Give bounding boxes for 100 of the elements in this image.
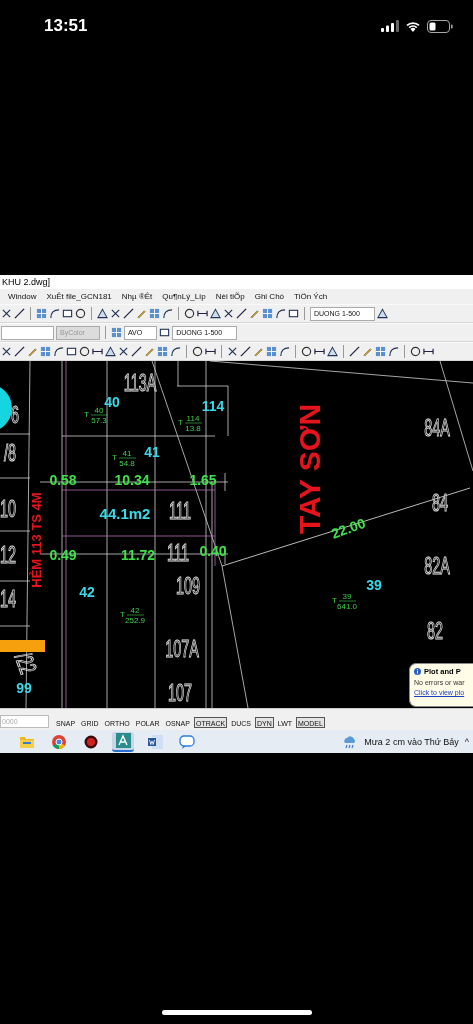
dimension-label: 11.72: [120, 547, 156, 563]
cross-icon[interactable]: [110, 308, 121, 319]
menu-item[interactable]: XuÊt file_GCN181: [46, 292, 112, 301]
cross-icon[interactable]: [1, 308, 12, 319]
arc-icon[interactable]: [388, 346, 399, 357]
arc-icon[interactable]: [162, 308, 173, 319]
line-icon[interactable]: [240, 346, 251, 357]
menu-item[interactable]: Nèi tiÕp: [215, 292, 245, 301]
lot-number: 114: [201, 398, 225, 414]
cad-app-icon: [115, 733, 131, 748]
dimension-icon[interactable]: [197, 308, 208, 319]
battery-icon: [427, 19, 453, 33]
dimension-label: 22.00: [329, 514, 368, 542]
arc-icon[interactable]: [53, 346, 64, 357]
house-number: 107A: [165, 635, 199, 662]
dimension-label: 0.49: [49, 547, 77, 563]
plot-tag-prefix: T: [84, 410, 89, 419]
menu-item[interactable]: Nhµ ®Êt: [121, 292, 153, 301]
square-icon[interactable]: [66, 346, 77, 357]
dimension-label: 1.65: [189, 472, 217, 488]
triangle-icon[interactable]: [97, 308, 108, 319]
browser-icon: [52, 734, 66, 749]
square-icon[interactable]: [62, 308, 73, 319]
line-icon[interactable]: [131, 346, 142, 357]
line-icon[interactable]: [236, 308, 247, 319]
circle-icon[interactable]: [301, 346, 312, 357]
street-label: HẺM 113 TS 4M: [29, 492, 45, 588]
house-number: 10: [0, 495, 16, 522]
arc-icon[interactable]: [170, 346, 181, 357]
square-icon[interactable]: [159, 327, 171, 338]
cross-icon[interactable]: [118, 346, 129, 357]
arc-icon[interactable]: [49, 308, 60, 319]
signal-icon: [381, 20, 399, 32]
triangle-icon[interactable]: [210, 308, 221, 319]
plot-number: 41: [122, 449, 132, 458]
triangle-icon[interactable]: [327, 346, 338, 357]
house-number: 84: [432, 489, 448, 516]
lot-number: 39: [366, 577, 382, 593]
disc-icon: [84, 734, 98, 749]
lot-number: 40: [104, 394, 120, 410]
plot-tag-prefix: T: [120, 610, 125, 619]
street-label: TAY SƠN: [292, 403, 326, 535]
plot-tag-prefix: T: [178, 418, 183, 427]
line-icon[interactable]: [123, 308, 134, 319]
triangle-icon[interactable]: [376, 308, 388, 319]
cross-icon[interactable]: [1, 346, 12, 357]
dimension-label: 10.34: [114, 472, 150, 488]
dimension-icon[interactable]: [205, 346, 216, 357]
weather-text[interactable]: Mưa 2 cm vào Thứ Bảy: [364, 736, 459, 747]
lot-number: 99: [16, 680, 32, 696]
dimension-icon[interactable]: [314, 346, 325, 357]
circle-icon[interactable]: [410, 346, 421, 357]
circle-icon[interactable]: [184, 308, 195, 319]
plot-area: 252.9: [125, 616, 145, 625]
chat-app-icon: [179, 734, 195, 749]
house-number: 12: [0, 541, 16, 568]
document-app-icon: [147, 734, 163, 749]
house-number: 113A: [123, 369, 157, 396]
house-number: 107: [168, 679, 192, 706]
plot-area: 641.0: [337, 602, 357, 611]
grid-icon[interactable]: [110, 327, 122, 338]
plot-number: 39: [342, 592, 352, 601]
circle-icon[interactable]: [79, 346, 90, 357]
line-icon[interactable]: [14, 308, 25, 319]
dimension-label: 0.40: [199, 543, 227, 559]
plot-area: 57.3: [91, 416, 107, 425]
area-label: 44.1m2: [99, 505, 151, 522]
plot-tag-prefix: T: [112, 453, 117, 462]
folder-icon: [20, 735, 34, 748]
menu-item[interactable]: Ghi Chó: [254, 292, 285, 301]
arc-icon[interactable]: [275, 308, 286, 319]
dimension-label: 0.58: [49, 472, 77, 488]
circle-icon[interactable]: [192, 346, 203, 357]
plot-area: 54.8: [119, 459, 135, 468]
lot-number: 41: [144, 444, 160, 460]
house-number: /8: [4, 439, 16, 466]
lot-number: 42: [79, 584, 95, 600]
dimension-icon[interactable]: [92, 346, 103, 357]
tray-arrow[interactable]: ^: [464, 736, 469, 747]
plot-area: 13.8: [185, 424, 201, 433]
line-icon[interactable]: [14, 346, 25, 357]
window-title: KHU 2.dwg]: [2, 276, 51, 289]
house-number: 6: [11, 401, 19, 428]
menu-item[interactable]: Window: [8, 292, 37, 301]
house-number: 82A: [424, 552, 450, 579]
dimension-icon[interactable]: [423, 346, 434, 357]
info-icon: [414, 668, 421, 675]
triangle-icon[interactable]: [105, 346, 116, 357]
cross-icon[interactable]: [223, 308, 234, 319]
house-number: /22: [10, 649, 42, 678]
house-number: 109: [176, 572, 200, 599]
line-icon[interactable]: [349, 346, 360, 357]
square-icon[interactable]: [288, 308, 299, 319]
arc-icon[interactable]: [279, 346, 290, 357]
plot-number: 42: [130, 606, 140, 615]
plot-number: 40: [94, 406, 104, 415]
cross-icon[interactable]: [227, 346, 238, 357]
menu-item[interactable]: TiÖn Ých: [294, 292, 328, 301]
menu-item[interactable]: Qu¶nLý_Líp: [162, 292, 206, 301]
circle-icon[interactable]: [75, 308, 86, 319]
